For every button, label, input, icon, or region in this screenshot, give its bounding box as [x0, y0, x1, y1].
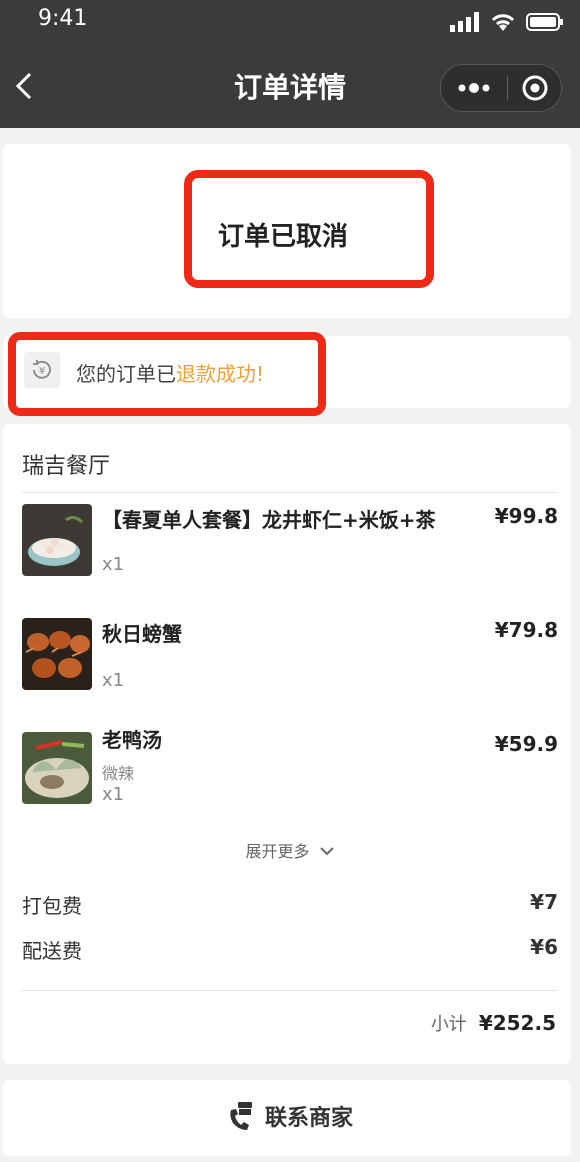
shrimp-dish-image — [22, 504, 92, 576]
refund-icon: ¥ — [24, 352, 60, 388]
item-price: ¥99.8 — [494, 504, 558, 528]
subtotal: 小计 ¥252.5 — [431, 1010, 556, 1036]
close-mini-program-button[interactable] — [508, 74, 561, 102]
status-icons — [450, 12, 564, 32]
delivery-fee-row: 配送费 ¥6 — [22, 935, 558, 964]
svg-text:¥: ¥ — [39, 366, 45, 377]
expand-more-label: 展开更多 — [245, 842, 310, 861]
fee-value: ¥7 — [530, 890, 558, 914]
contact-merchant-label: 联系商家 — [264, 1106, 353, 1131]
divider — [22, 990, 558, 991]
item-quantity: x1 — [102, 670, 125, 691]
status-time: 9:41 — [38, 6, 88, 31]
item-spec: 微辣 — [102, 764, 135, 783]
more-menu-button[interactable] — [441, 82, 507, 94]
signal-icon — [450, 12, 479, 32]
expand-more-button[interactable]: 展开更多 — [0, 838, 580, 862]
subtotal-label: 小计 — [430, 1014, 467, 1035]
divider — [22, 492, 558, 493]
item-price: ¥79.8 — [494, 618, 558, 642]
restaurant-name[interactable]: 瑞吉餐厅 — [22, 448, 110, 480]
target-icon — [522, 75, 547, 101]
item-name: 秋日螃蟹 — [102, 622, 182, 646]
fee-value: ¥6 — [530, 935, 558, 959]
item-name: 【春夏单人套餐】龙井虾仁+米饭+茶 — [102, 508, 436, 532]
refund-message: 您的订单已退款成功! — [76, 358, 264, 387]
refund-message-prefix: 您的订单已 — [76, 362, 176, 386]
order-status: 订单已取消 — [218, 222, 349, 252]
packing-fee-row: 打包费 ¥7 — [22, 890, 558, 919]
chevron-down-icon — [319, 847, 334, 856]
fee-label: 打包费 — [22, 894, 82, 918]
duck-soup-image — [22, 732, 92, 804]
contact-merchant-button[interactable]: 联系商家 — [0, 1100, 580, 1132]
battery-icon — [526, 13, 563, 31]
item-price: ¥59.9 — [494, 732, 558, 756]
top-bar: 9:41 订单详情 — [0, 0, 580, 128]
fee-label: 配送费 — [22, 939, 82, 963]
item-name: 老鸭汤 — [102, 728, 162, 752]
more-dots-icon — [458, 83, 490, 93]
item-quantity: x1 — [102, 554, 125, 575]
refund-success-text: 退款成功! — [176, 362, 265, 386]
item-quantity: x1 — [102, 784, 125, 805]
crab-dish-image — [22, 618, 92, 690]
mini-program-capsule — [440, 64, 562, 112]
phone-store-icon — [230, 1102, 252, 1130]
subtotal-value: ¥252.5 — [478, 1011, 556, 1035]
wifi-icon — [491, 14, 515, 31]
